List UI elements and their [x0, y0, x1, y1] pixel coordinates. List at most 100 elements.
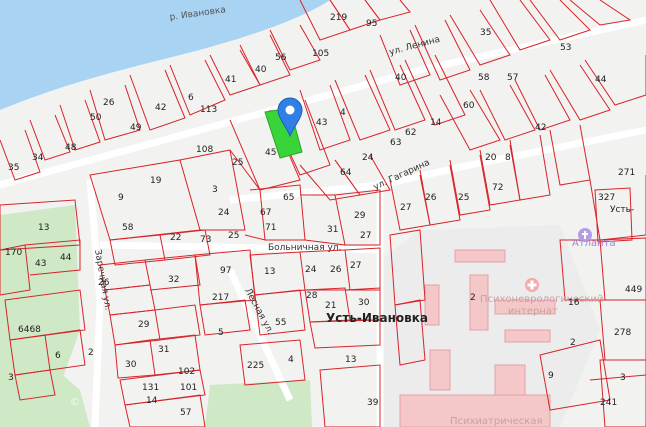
psycho-internat-label-line1[interactable]: Психоневрологический [480, 294, 603, 305]
parcel-number: 25 [232, 158, 243, 168]
parcel-number: 50 [90, 113, 102, 123]
parcel-number: 48 [65, 143, 77, 153]
parcel-number: 44 [60, 253, 72, 263]
parcel-number: 14 [430, 118, 442, 128]
parcel-number: 278 [614, 328, 631, 338]
parcel-number: 219 [330, 13, 347, 23]
hospital-cross-icon[interactable] [525, 278, 539, 292]
parcel-number: 19 [150, 176, 162, 186]
parcel-number: 31 [158, 345, 169, 355]
parcel-number: 327 [598, 193, 615, 203]
parcel-number: 22 [170, 233, 181, 243]
parcel-number: 271 [618, 168, 635, 178]
parcel-number: 72 [492, 183, 503, 193]
parcel-number: 449 [625, 285, 642, 295]
bolnichnaya-street-label: Больничная ул. [268, 243, 341, 253]
parcel-number: 63 [390, 138, 401, 148]
parcel-number: 25 [458, 193, 469, 203]
parcel-number: 53 [560, 43, 571, 53]
parcel-number: 32 [168, 275, 179, 285]
parcel-number: 49 [130, 123, 142, 133]
parcel-number: 5 [218, 328, 224, 338]
parcel-number: 9 [118, 193, 124, 203]
parcel-number: 6 [55, 351, 61, 361]
parcel-number: 43 [35, 259, 46, 269]
parcel-number: 13 [264, 267, 275, 277]
parcel-number: 62 [405, 128, 416, 138]
parcel-number: 67 [260, 208, 271, 218]
parcel-number: 40 [395, 73, 407, 83]
parcel-number: 9 [548, 371, 554, 381]
parcel-number: 2 [470, 293, 476, 303]
atlanta-label[interactable]: Атланта [572, 238, 616, 249]
parcel-number: 57 [180, 408, 191, 418]
parcel-number: 42 [535, 123, 546, 133]
parcel-number: 131 [142, 383, 159, 393]
parcel-number: 31 [327, 225, 338, 235]
parcel-number: 13 [345, 355, 356, 365]
parcel-number: 56 [275, 53, 287, 63]
parcel-number: 34 [32, 153, 44, 163]
psychiatric-label[interactable]: Психиатрическая [450, 416, 542, 427]
parcel-number: 25 [228, 231, 239, 241]
parcel-number: 3 [212, 185, 218, 195]
parcel-number: 225 [247, 361, 264, 371]
parcel-number: 35 [480, 28, 491, 38]
parcel-number: 26 [103, 98, 115, 108]
psycho-internat-label-line2[interactable]: интернат [508, 306, 558, 317]
parcel-number: 30 [125, 360, 137, 370]
parcel-number: 13 [38, 223, 49, 233]
parcel-number: 113 [200, 105, 217, 115]
parcel-number: 27 [400, 203, 411, 213]
cadastral-map[interactable]: р. Ивановка ул. Ленина ул. Гагарина Боль… [0, 0, 646, 427]
parcel-number: 3 [620, 373, 626, 383]
parcel-number: 24 [362, 153, 374, 163]
parcel-number: 6 [188, 93, 194, 103]
parcel-number: 45 [265, 148, 276, 158]
parcel-number: 101 [180, 383, 197, 393]
parcel-number: 3 [8, 373, 14, 383]
parcel-number: 41 [225, 75, 236, 85]
parcel-number: 60 [463, 101, 475, 111]
parcel-number: 43 [316, 118, 327, 128]
parcel-number: 42 [155, 103, 166, 113]
map-canvas[interactable]: р. Ивановка ул. Ленина ул. Гагарина Боль… [0, 0, 646, 427]
parcel-number: 102 [178, 367, 195, 377]
parcel-number: 4 [288, 355, 294, 365]
parcel-number: 64 [340, 168, 352, 178]
parcel-number: 57 [507, 73, 518, 83]
parcel-number: 4 [340, 108, 346, 118]
parcel-number: 73 [200, 235, 211, 245]
parcel-number: 26 [425, 193, 437, 203]
parcel-number: 8 [505, 153, 511, 163]
parcel-number: 21 [325, 301, 336, 311]
parcel-number: 24 [305, 265, 317, 275]
parcel-number: 40 [255, 65, 267, 75]
parcel-number: 14 [146, 396, 158, 406]
parcel-number: 28 [306, 291, 318, 301]
settlement-label: Усть-Ивановка [326, 311, 428, 325]
parcel-number: 35 [8, 163, 19, 173]
parcel-number: 29 [138, 320, 150, 330]
parcel-number: 58 [478, 73, 490, 83]
parcel-number: 170 [5, 248, 22, 258]
parcel-number: 2 [88, 348, 94, 358]
parcel-number: 71 [265, 223, 276, 233]
parcel-number: 217 [212, 293, 229, 303]
parcel-number: 97 [220, 266, 231, 276]
parcel-number: 24 [218, 208, 230, 218]
parcel-number: 26 [98, 278, 110, 288]
map-watermark: © [70, 397, 80, 408]
parcel-number: 26 [330, 265, 342, 275]
parcel-number: 65 [283, 193, 294, 203]
parcel-number: 44 [595, 75, 607, 85]
parcel-number: 95 [366, 19, 377, 29]
parcel-number: 27 [360, 231, 371, 241]
parcel-number: 27 [350, 261, 361, 271]
parcel-number: 108 [196, 145, 213, 155]
parcel-number: 20 [485, 153, 497, 163]
parcel-number: 39 [367, 398, 379, 408]
parcel-number: 55 [275, 318, 286, 328]
parcel-number: 16 [568, 298, 580, 308]
parcel-number: 105 [312, 49, 329, 59]
